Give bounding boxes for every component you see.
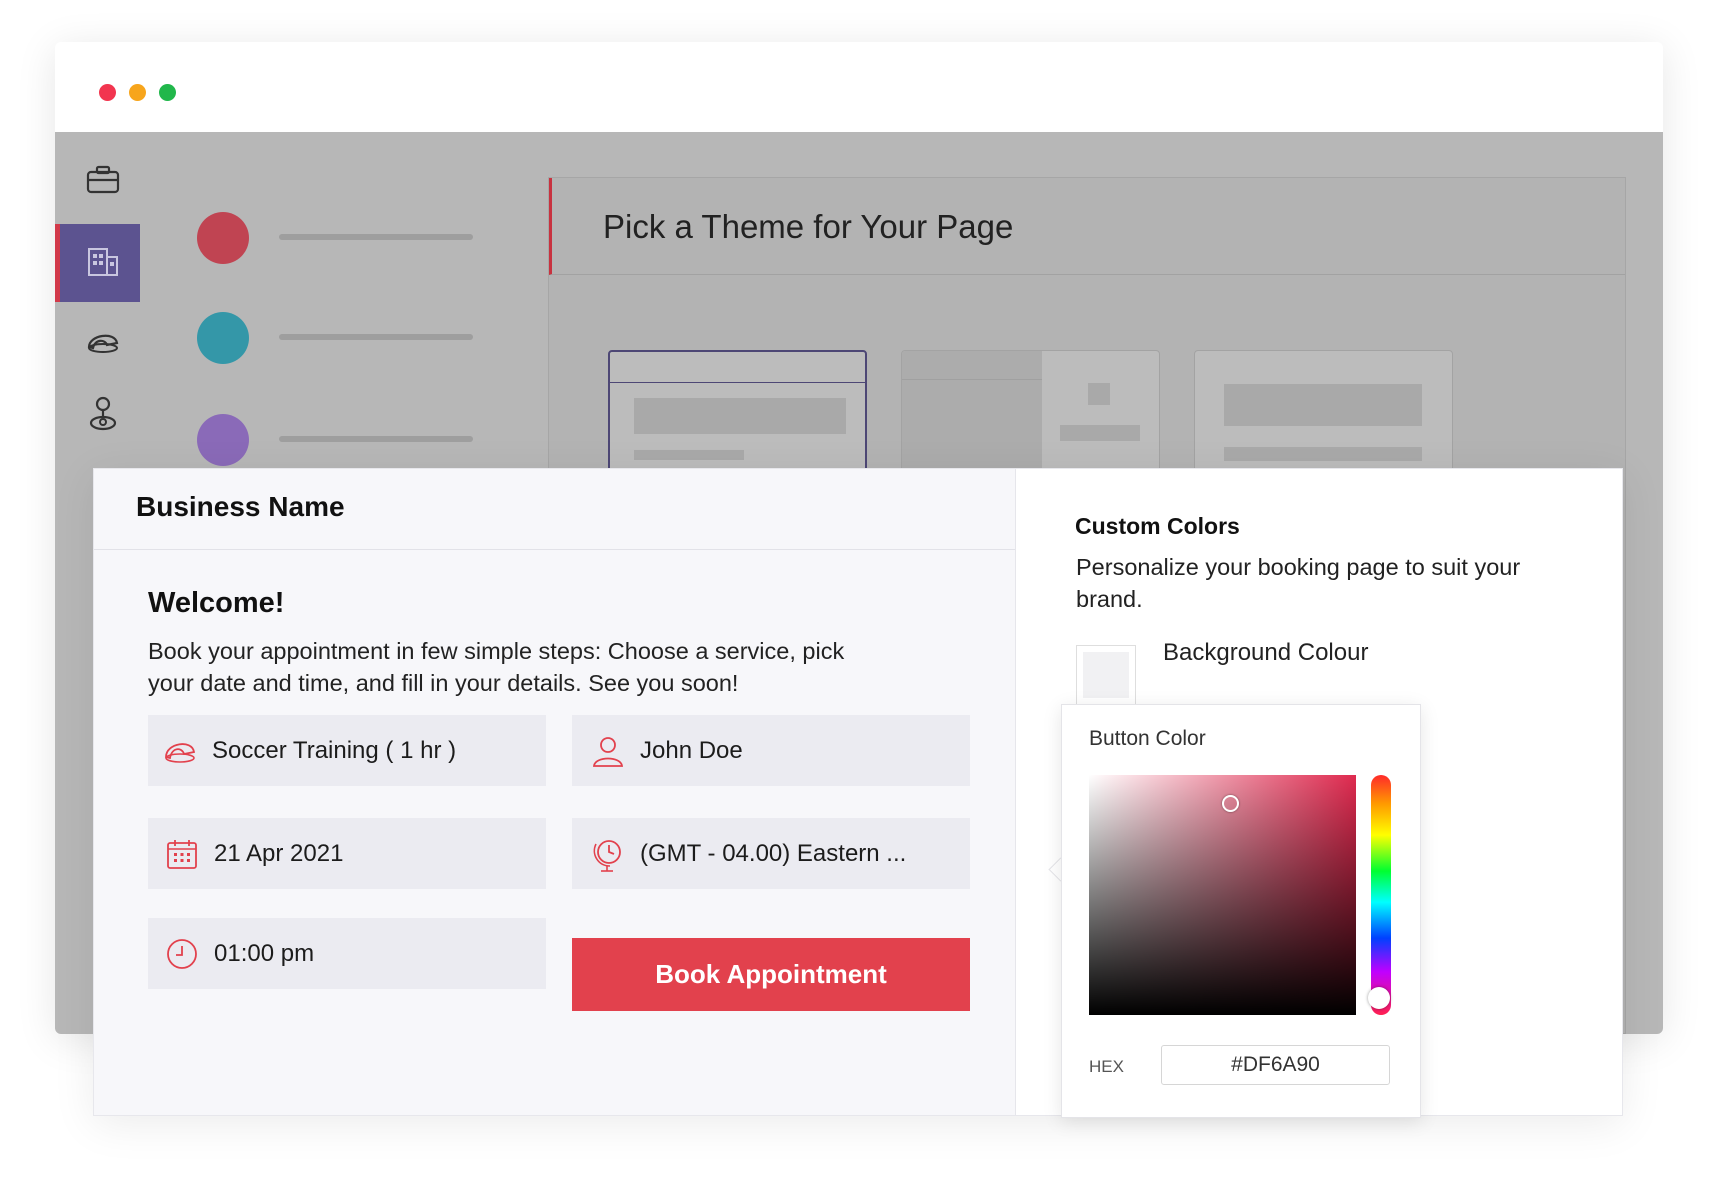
- book-appointment-button[interactable]: Book Appointment: [572, 938, 970, 1011]
- timezone-value: (GMT - 04.00) Eastern ...: [640, 839, 907, 867]
- background-color-label: Background Colour: [1163, 639, 1369, 666]
- color-picker-popup: Button Color HEX: [1061, 704, 1421, 1118]
- user-pin-icon[interactable]: [83, 394, 123, 434]
- saturation-handle[interactable]: [1222, 795, 1239, 812]
- briefcase-icon[interactable]: [83, 160, 123, 200]
- user-icon: [590, 733, 626, 769]
- staff-value: John Doe: [640, 736, 743, 764]
- booking-page-preview: Business Name Welcome! Book your appoint…: [94, 469, 1016, 1115]
- custom-colors-title: Custom Colors: [1075, 513, 1240, 539]
- globe-clock-icon: [590, 836, 626, 872]
- list-placeholder-line: [279, 436, 473, 442]
- close-window-button[interactable]: [99, 84, 116, 101]
- business-header: Business Name: [94, 469, 1015, 550]
- timezone-field[interactable]: (GMT - 04.00) Eastern ...: [572, 818, 970, 889]
- welcome-title: Welcome!: [148, 587, 285, 619]
- maximize-window-button[interactable]: [159, 84, 176, 101]
- time-value: 01:00 pm: [214, 939, 315, 967]
- background-color-swatch[interactable]: [1076, 645, 1136, 705]
- title-bar: [55, 42, 1663, 132]
- list-avatar[interactable]: [197, 414, 249, 466]
- list-placeholder-line: [279, 334, 473, 340]
- hue-slider-handle[interactable]: [1368, 987, 1390, 1009]
- calendar-icon: [164, 836, 200, 872]
- service-value: Soccer Training ( 1 hr ): [212, 736, 457, 764]
- hue-slider[interactable]: [1371, 775, 1391, 1015]
- list-avatar[interactable]: [197, 312, 249, 364]
- intro-text: Book your appointment in few simple step…: [148, 638, 845, 696]
- date-value: 21 Apr 2021: [214, 839, 344, 867]
- service-field[interactable]: Soccer Training ( 1 hr ): [148, 715, 546, 786]
- time-field[interactable]: 01:00 pm: [148, 918, 546, 989]
- clock-icon: [164, 936, 200, 972]
- hex-input[interactable]: [1161, 1045, 1390, 1085]
- color-picker-title: Button Color: [1089, 727, 1206, 750]
- staff-field[interactable]: John Doe: [572, 715, 970, 786]
- cap-icon[interactable]: [83, 322, 123, 362]
- list-avatar[interactable]: [197, 212, 249, 264]
- list-placeholder-line: [279, 234, 473, 240]
- page-title: Pick a Theme for Your Page: [603, 208, 1014, 245]
- custom-colors-description: Personalize your booking page to suit yo…: [1076, 554, 1521, 612]
- hex-label: HEX: [1089, 1057, 1124, 1076]
- cap-icon: [162, 733, 198, 769]
- theme-header: Pick a Theme for Your Page: [549, 178, 1625, 275]
- building-icon[interactable]: [83, 242, 123, 282]
- business-name: Business Name: [136, 491, 345, 522]
- date-field[interactable]: 21 Apr 2021: [148, 818, 546, 889]
- minimize-window-button[interactable]: [129, 84, 146, 101]
- saturation-value-area[interactable]: [1089, 775, 1356, 1015]
